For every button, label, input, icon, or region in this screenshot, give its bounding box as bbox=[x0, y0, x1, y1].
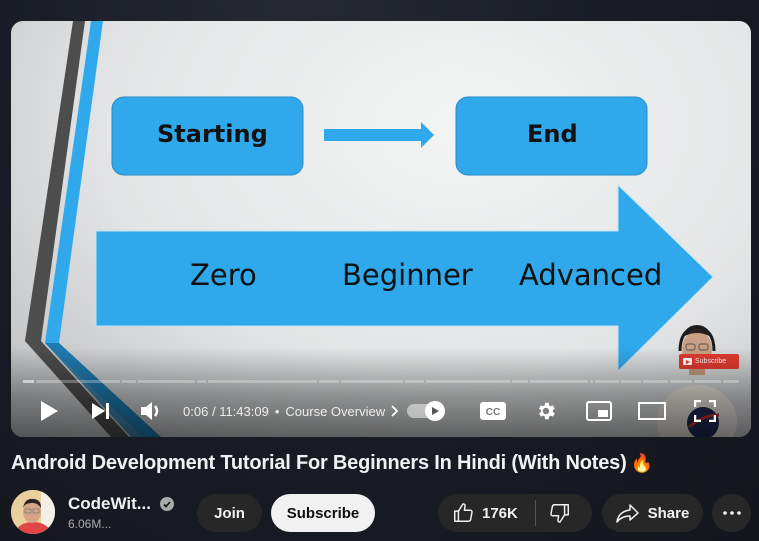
settings-button[interactable] bbox=[519, 400, 572, 422]
time-display: 0:06 / 11:43:09 bbox=[183, 404, 269, 419]
current-time: 0:06 bbox=[183, 403, 209, 419]
chapter-segment[interactable] bbox=[694, 380, 722, 383]
chapter-separator: • bbox=[274, 403, 280, 419]
gear-icon bbox=[538, 402, 555, 420]
captions-button[interactable]: CC bbox=[466, 402, 519, 420]
theater-mode-icon bbox=[637, 402, 666, 420]
theater-mode-button[interactable] bbox=[625, 402, 678, 420]
chapter-segment[interactable] bbox=[197, 380, 207, 383]
mute-button[interactable] bbox=[139, 401, 165, 421]
chapter-segment[interactable] bbox=[595, 380, 620, 383]
thumbs-down-icon bbox=[550, 504, 569, 523]
cc-label: CC bbox=[485, 407, 499, 418]
chapter-segment[interactable] bbox=[723, 380, 739, 383]
autoplay-toggle[interactable] bbox=[407, 401, 446, 421]
more-horizontal-icon bbox=[722, 511, 741, 515]
closed-captions-icon: CC bbox=[479, 402, 506, 420]
time-separator: / bbox=[211, 403, 216, 419]
duration: 11:43:09 bbox=[219, 403, 269, 419]
player-controls: 0:06 / 11:43:09 • Course Overview CC bbox=[11, 393, 751, 429]
play-button[interactable] bbox=[37, 400, 61, 422]
verified-badge-icon bbox=[159, 497, 174, 511]
chapter-segment[interactable] bbox=[36, 380, 121, 383]
miniplayer-icon bbox=[585, 401, 612, 421]
like-count: 176K bbox=[482, 504, 518, 522]
chapter-segment[interactable] bbox=[23, 380, 35, 383]
chapter-title: Course Overview bbox=[285, 403, 386, 419]
next-button[interactable] bbox=[89, 402, 113, 420]
video-title-text: Android Development Tutorial For Beginne… bbox=[11, 452, 627, 474]
slide-small-arrow bbox=[324, 122, 434, 148]
dislike-button[interactable] bbox=[536, 494, 571, 532]
fullscreen-button[interactable] bbox=[678, 400, 731, 422]
chapter-segment[interactable] bbox=[425, 380, 511, 383]
fullscreen-icon bbox=[693, 400, 716, 422]
channel-avatar[interactable] bbox=[11, 490, 55, 534]
chapter-segment[interactable] bbox=[208, 380, 317, 383]
slide-box-end-label: End bbox=[527, 120, 578, 148]
skip-next-icon bbox=[92, 403, 109, 419]
video-title: Android Development Tutorial For Beginne… bbox=[11, 452, 653, 475]
slide-box-starting-label: Starting bbox=[157, 120, 268, 148]
channel-name-link[interactable]: CodeWit... bbox=[68, 494, 174, 514]
video-player[interactable]: Starting End Zero Beginner Advanced Subs… bbox=[11, 21, 751, 437]
fire-emoji: 🔥 bbox=[630, 453, 653, 473]
autoplay-play-icon bbox=[431, 407, 439, 415]
join-button[interactable]: Join bbox=[197, 494, 262, 532]
chapter-segment[interactable] bbox=[621, 380, 642, 383]
share-label: Share bbox=[647, 504, 690, 522]
chapter-segment[interactable] bbox=[512, 380, 528, 383]
avatar-image bbox=[11, 490, 55, 534]
thumbs-up-icon bbox=[454, 503, 473, 522]
like-dislike-group: 176K bbox=[438, 494, 592, 532]
slide-arrow-label-advanced: Advanced bbox=[519, 258, 663, 292]
chapter-segment[interactable] bbox=[122, 380, 136, 383]
more-actions-button[interactable] bbox=[712, 494, 751, 532]
chapter-segment[interactable] bbox=[529, 380, 589, 383]
volume-icon bbox=[141, 402, 159, 420]
channel-name: CodeWit... bbox=[68, 494, 151, 513]
autoplay-knob bbox=[425, 401, 446, 421]
chapter-segment[interactable] bbox=[404, 380, 424, 383]
subscribe-button[interactable]: Subscribe bbox=[271, 494, 375, 532]
chapter-segment[interactable] bbox=[318, 380, 340, 383]
chapter-segment[interactable] bbox=[669, 380, 693, 383]
chapter-segment[interactable] bbox=[590, 380, 594, 383]
share-button[interactable]: Share bbox=[602, 494, 703, 532]
subscriber-count: 6.06M... bbox=[68, 517, 112, 531]
chapter-segment[interactable] bbox=[341, 380, 403, 383]
share-arrow-icon bbox=[615, 504, 639, 523]
play-icon bbox=[41, 401, 58, 421]
miniplayer-button[interactable] bbox=[572, 401, 625, 421]
chapter-button[interactable]: Course Overview bbox=[285, 404, 399, 419]
slide-arrow-label-zero: Zero bbox=[190, 258, 257, 292]
player-right-controls: CC bbox=[466, 393, 731, 429]
like-button[interactable]: 176K bbox=[438, 494, 518, 532]
chevron-right-icon bbox=[391, 405, 399, 417]
slide-arrow-label-beginner: Beginner bbox=[342, 258, 473, 292]
progress-bar[interactable] bbox=[23, 380, 739, 383]
chapter-segment[interactable] bbox=[643, 380, 668, 383]
chapter-segment[interactable] bbox=[137, 380, 196, 383]
